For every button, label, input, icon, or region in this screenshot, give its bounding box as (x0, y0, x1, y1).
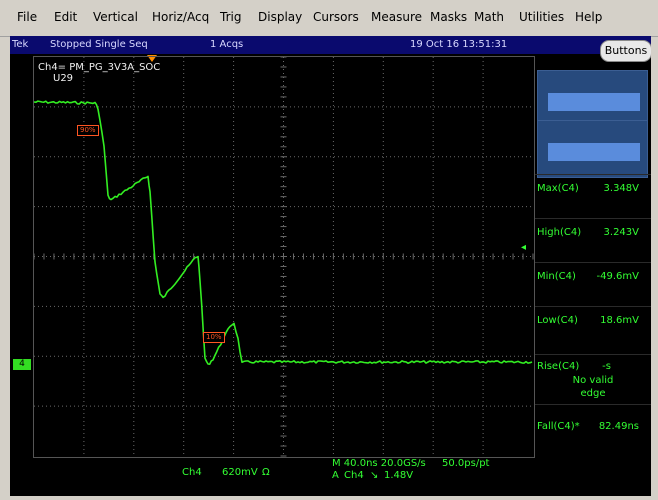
measurement-value: -s (602, 361, 611, 372)
measurement-low: Low(C4) 18.6mV (535, 306, 651, 351)
scope-screen: Tek Stopped Single Seq 1 Acqs 19 Oct 16 … (10, 36, 651, 496)
measurement-note: edge (580, 388, 606, 399)
channel-readout[interactable]: Ch4 (182, 467, 202, 478)
measurement-name: Max(C4) (537, 183, 579, 194)
menu-file[interactable]: File (17, 10, 37, 24)
ch4-ground-marker[interactable]: 4 (13, 359, 31, 370)
resolution-readout: 50.0ps/pt (442, 458, 490, 469)
readout-bar: Ch4 620mV Ω M 40.0ns 20.0GS/s 50.0ps/pt … (10, 456, 651, 496)
trigger-source[interactable]: Ch4 (344, 470, 364, 481)
menu-math[interactable]: Math (474, 10, 504, 24)
trigger-level[interactable]: 1.48V (384, 470, 413, 481)
ref-level-low-tag: 10% (203, 332, 225, 343)
side-panel: Max(C4) 3.348V High(C4) 3.243V Min(C4) -… (535, 64, 651, 496)
measurement-value: 3.348V (603, 183, 639, 194)
impedance-symbol: Ω (262, 467, 270, 478)
trigger-slope-icon: ↘ (370, 470, 379, 481)
menu-cursors[interactable]: Cursors (313, 10, 359, 24)
menu-bar: File Edit Vertical Horiz/Acq Trig Displa… (0, 0, 658, 37)
measurement-fall: Fall(C4)* 82.49ns (535, 404, 651, 449)
menu-display[interactable]: Display (258, 10, 302, 24)
timebase-readout[interactable]: M 40.0ns 20.0GS/s (332, 458, 426, 469)
measurement-min: Min(C4) -49.6mV (535, 262, 651, 307)
menu-edit[interactable]: Edit (54, 10, 77, 24)
measurement-value: 3.243V (603, 227, 639, 238)
measurement-value: 82.49ns (598, 421, 639, 432)
ref-level-high-tag: 90% (77, 125, 99, 136)
measurement-max: Max(C4) 3.348V (535, 174, 651, 219)
measurement-name: Low(C4) (537, 315, 578, 326)
trigger-prefix: A (332, 470, 339, 481)
measurement-high: High(C4) 3.243V (535, 218, 651, 263)
trigger-level-marker[interactable]: ◂ (521, 242, 526, 253)
menu-trig[interactable]: Trig (220, 10, 241, 24)
measurement-name: Min(C4) (537, 271, 576, 282)
measurement-value: -49.6mV (596, 271, 639, 282)
menu-masks[interactable]: Masks (430, 10, 467, 24)
measurement-note: No valid (572, 375, 614, 386)
measurement-rise: Rise(C4) -s No valid edge (535, 354, 651, 403)
measurement-name: Rise(C4) (537, 361, 580, 372)
channel-sublabel: U29 (53, 73, 74, 84)
menu-horiz-acq[interactable]: Horiz/Acq (152, 10, 209, 24)
measurement-name: Fall(C4)* (537, 421, 580, 432)
menu-help[interactable]: Help (575, 10, 602, 24)
menu-vertical[interactable]: Vertical (93, 10, 138, 24)
ch4-marker-label: 4 (19, 359, 25, 369)
graticule-frame (33, 56, 535, 458)
measurement-name: High(C4) (537, 227, 582, 238)
side-button-2[interactable] (537, 120, 648, 178)
menu-utilities[interactable]: Utilities (519, 10, 564, 24)
menu-measure[interactable]: Measure (371, 10, 422, 24)
vertical-scale[interactable]: 620mV (222, 467, 258, 478)
channel-label: Ch4= PM_PG_3V3A_SOC (38, 62, 161, 73)
measurement-value: 18.6mV (600, 315, 639, 326)
side-button-1-face (548, 93, 640, 111)
side-button-2-face (548, 143, 640, 161)
